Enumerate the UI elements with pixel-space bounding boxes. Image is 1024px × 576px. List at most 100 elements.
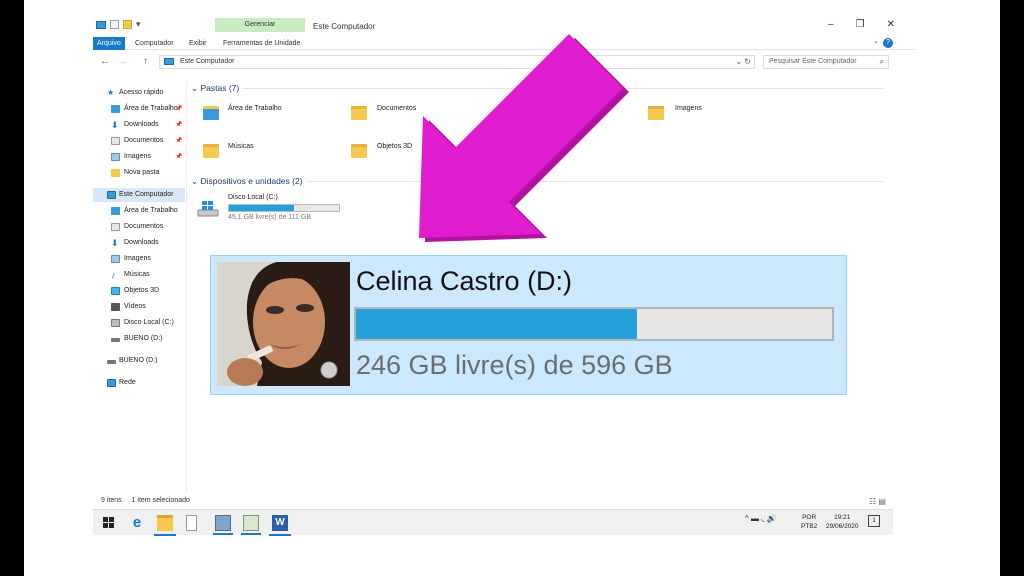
sidebar-item-label: Downloads [124, 121, 159, 128]
sidebar-item-downloads-pc[interactable]: ⬇ Downloads [93, 236, 185, 250]
sidebar-item-nova-pasta[interactable]: Nova pasta [93, 166, 185, 180]
tab-computador[interactable]: Computador [131, 37, 178, 50]
sidebar-item-area-de-trabalho-pc[interactable]: Área de Trabalho [93, 204, 185, 218]
sidebar-item-imagens-pc[interactable]: Imagens [93, 252, 185, 266]
pointer-arrow-icon [419, 34, 629, 242]
customize-toolbar-icon[interactable]: ▾ [136, 19, 141, 30]
sidebar-item-documentos-pc[interactable]: Documentos [93, 220, 185, 234]
desktop-folder-icon [111, 207, 120, 215]
edge-browser-icon[interactable]: e [129, 515, 145, 531]
devices-group-header[interactable]: ⌄ Dispositivos e unidades (2) [191, 176, 303, 187]
drive-c-label: Disco Local (C:) [228, 194, 278, 201]
sidebar-item-downloads[interactable]: ⬇ Downloads 📌 [93, 118, 185, 132]
manage-contextual-tab[interactable]: Gerenciar [215, 18, 305, 32]
notifications-icon[interactable]: 1 [868, 515, 880, 527]
pin-icon: 📌 [175, 138, 183, 144]
sidebar-item-label: Disco Local (C:) [124, 319, 174, 326]
pin-icon: 📌 [175, 122, 183, 128]
minimize-button[interactable]: – [828, 19, 834, 30]
sidebar-item-documentos[interactable]: Documentos 📌 [93, 134, 185, 148]
computer-small-icon[interactable] [96, 20, 106, 29]
pin-icon: 📌 [175, 106, 183, 112]
windows-start-icon[interactable] [101, 515, 117, 531]
sidebar-item-disco-local-c[interactable]: Disco Local (C:) [93, 316, 185, 330]
objects-3d-icon [111, 287, 120, 295]
sidebar-item-bueno-d[interactable]: BUENO (D:) [93, 332, 185, 346]
documents-icon [111, 137, 120, 145]
folder-label: Imagens [675, 105, 702, 112]
drive-photo [217, 262, 350, 386]
maximize-button[interactable]: ❐ [856, 19, 865, 30]
computer-icon [107, 191, 116, 199]
drive-c-free-text: 45,1 GB livre(s) de 111 GB [228, 214, 311, 221]
drive-d-name: Celina Castro (D:) [356, 266, 573, 296]
properties-icon[interactable] [110, 20, 119, 29]
clock[interactable]: 19:21 29/06/2020 [826, 513, 859, 531]
view-toggle-icons[interactable]: ☷ ▤ [869, 497, 886, 506]
system-tray[interactable]: ^ ▬ ◟ 🔊 [745, 514, 776, 523]
notepad-icon[interactable] [186, 515, 197, 531]
tab-exibir[interactable]: Exibir [185, 37, 211, 50]
close-button[interactable]: ✕ [887, 19, 895, 30]
window-title: Este Computador [313, 22, 376, 31]
forward-button[interactable]: → [117, 56, 127, 67]
desktop-folder-icon [111, 105, 120, 113]
tab-ferramentas-de-unidade[interactable]: Ferramentas de Unidade [219, 37, 304, 50]
sidebar-item-acesso-rapido[interactable]: ★ Acesso rápido [93, 86, 185, 100]
sidebar-item-label: BUENO (D:) [124, 335, 163, 342]
taskbar: e W ^ ▬ ◟ 🔊 POR PTB2 19:21 29/06/2020 1 [93, 509, 893, 536]
download-icon: ⬇ [111, 238, 119, 248]
sidebar-item-este-computador[interactable]: Este Computador [93, 188, 185, 202]
search-icon[interactable]: ⌕ [880, 56, 884, 68]
app-icon[interactable] [213, 515, 233, 535]
sidebar-item-bueno-d-root[interactable]: BUENO (D:) [93, 354, 185, 368]
status-bar: 9 itens 1 item selecionado [101, 497, 190, 504]
sidebar-item-area-de-trabalho[interactable]: Área de Trabalho 📌 [93, 102, 185, 116]
music-icon: ♪ [111, 270, 116, 280]
file-explorer-icon[interactable] [154, 515, 176, 536]
sidebar-item-label: Este Computador [119, 191, 174, 198]
help-icon[interactable]: ? [883, 38, 893, 48]
folder-label: Objetos 3D [377, 143, 413, 150]
sidebar-item-objetos-3d[interactable]: Objetos 3D [93, 284, 185, 298]
back-button[interactable]: ← [100, 56, 110, 67]
language-indicator[interactable]: POR PTB2 [801, 513, 817, 531]
keyboard-layout: PTB2 [801, 523, 818, 530]
drive-d-zoom-card[interactable]: Celina Castro (D:) 246 GB livre(s) de 59… [210, 255, 847, 395]
videos-icon [111, 303, 120, 311]
computer-icon [164, 58, 174, 65]
sidebar-item-label: Nova pasta [124, 169, 160, 176]
up-button[interactable]: ↑ [143, 56, 148, 67]
folders-group-header[interactable]: ⌄ Pastas (7) [191, 83, 239, 94]
sidebar-item-label: Objetos 3D [124, 287, 160, 294]
sidebar-item-imagens[interactable]: Imagens 📌 [93, 150, 185, 164]
drive-icon [107, 360, 116, 364]
search-placeholder: Pesquisar Este Computador [769, 58, 857, 65]
paint-icon[interactable] [241, 515, 261, 535]
refresh-icon[interactable]: ↻ [744, 57, 751, 66]
windows-drive-icon [197, 201, 219, 217]
sidebar-item-label: Acesso rápido [119, 89, 164, 96]
drive-c-usage-bar [228, 204, 340, 212]
search-input[interactable]: Pesquisar Este Computador ⌕ [763, 55, 889, 69]
sidebar-item-rede[interactable]: Rede [93, 376, 185, 390]
download-icon: ⬇ [111, 120, 119, 130]
address-path: Este Computador [180, 58, 235, 65]
tab-arquivo[interactable]: Arquivo [93, 37, 125, 50]
woman-portrait-image [217, 262, 350, 386]
images-icon [111, 153, 120, 161]
sidebar-item-label: Rede [119, 379, 136, 386]
sidebar-item-label: Imagens [124, 255, 151, 262]
star-icon: ★ [107, 88, 115, 97]
sidebar-item-label: Área de Trabalho [124, 105, 178, 112]
address-dropdown-icon[interactable]: ⌄ [735, 57, 742, 66]
sidebar-item-musicas[interactable]: ♪ Músicas [93, 268, 185, 282]
word-icon[interactable]: W [269, 515, 291, 536]
expand-ribbon-icon[interactable]: ⌄ [873, 37, 879, 45]
new-folder-icon[interactable] [123, 20, 132, 29]
sidebar-item-videos[interactable]: Vídeos [93, 300, 185, 314]
navigation-pane: ★ Acesso rápido Área de Trabalho 📌 ⬇ Dow… [93, 82, 187, 492]
sidebar-item-label: Documentos [124, 137, 164, 144]
sidebar-item-label: Área de Trabalho [124, 207, 178, 214]
sidebar-item-label: Vídeos [124, 303, 146, 310]
